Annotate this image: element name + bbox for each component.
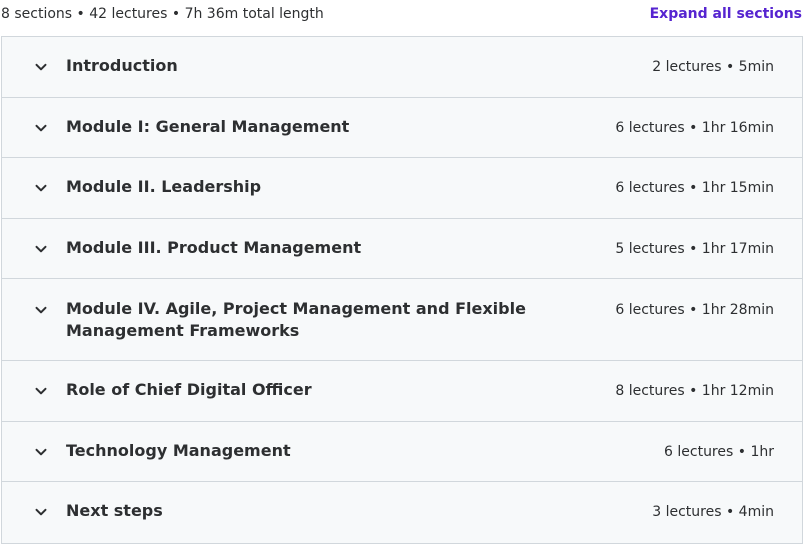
section-module-4[interactable]: Module IV. Agile, Project Management and… xyxy=(2,279,802,361)
expand-all-sections-button[interactable]: Expand all sections xyxy=(650,5,802,23)
chevron-down-icon xyxy=(34,303,48,317)
section-title: Role of Chief Digital Officer xyxy=(66,380,312,399)
section-meta: 6 lectures • 1hr xyxy=(664,444,774,460)
course-summary: 8 sections • 42 lectures • 7h 36m total … xyxy=(1,6,324,22)
section-next-steps[interactable]: Next steps 3 lectures • 4min xyxy=(2,482,802,543)
chevron-down-icon xyxy=(34,181,48,195)
section-meta: 2 lectures • 5min xyxy=(652,59,774,75)
section-introduction[interactable]: Introduction 2 lectures • 5min xyxy=(2,37,802,98)
section-meta: 6 lectures • 1hr 28min xyxy=(615,302,774,318)
chevron-down-icon xyxy=(34,60,48,74)
section-module-1[interactable]: Module I: General Management 6 lectures … xyxy=(2,98,802,158)
chevron-down-icon xyxy=(34,242,48,256)
section-technology-management[interactable]: Technology Management 6 lectures • 1hr xyxy=(2,422,802,482)
section-title: Module III. Product Management xyxy=(66,238,362,257)
chevron-down-icon xyxy=(34,505,48,519)
section-module-3[interactable]: Module III. Product Management 5 lecture… xyxy=(2,219,802,279)
section-title: Module I: General Management xyxy=(66,117,350,136)
section-meta: 6 lectures • 1hr 16min xyxy=(615,120,774,136)
section-title: Module II. Leadership xyxy=(66,177,262,196)
section-title: Next steps xyxy=(66,501,163,520)
section-meta: 8 lectures • 1hr 12min xyxy=(615,383,774,399)
chevron-down-icon xyxy=(34,384,48,398)
section-title: Introduction xyxy=(66,56,178,75)
section-meta: 3 lectures • 4min xyxy=(652,504,774,520)
chevron-down-icon xyxy=(34,445,48,459)
section-chief-digital-officer[interactable]: Role of Chief Digital Officer 8 lectures… xyxy=(2,361,802,422)
section-module-2[interactable]: Module II. Leadership 6 lectures • 1hr 1… xyxy=(2,158,802,219)
section-meta: 5 lectures • 1hr 17min xyxy=(615,241,774,257)
section-title: Module IV. Agile, Project Management and… xyxy=(66,299,526,340)
section-title: Technology Management xyxy=(66,441,291,460)
curriculum-header: 8 sections • 42 lectures • 7h 36m total … xyxy=(0,0,805,30)
curriculum-section-list: Introduction 2 lectures • 5min Module I:… xyxy=(1,36,803,544)
section-meta: 6 lectures • 1hr 15min xyxy=(615,180,774,196)
chevron-down-icon xyxy=(34,121,48,135)
